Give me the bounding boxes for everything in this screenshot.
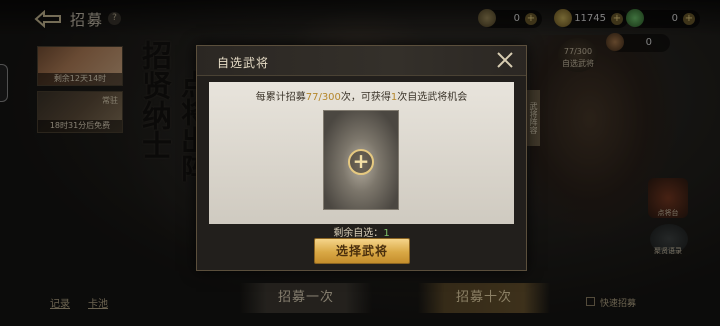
add-general-icon[interactable]: + bbox=[348, 149, 374, 175]
free-pick-dialog: 自选武将 每累计招募77/300次，可获得1次自选武将机会 + 剩余自选：1 选… bbox=[196, 45, 527, 271]
close-icon[interactable] bbox=[494, 49, 516, 71]
rule-prefix: 每累计招募 bbox=[255, 92, 306, 103]
rule-progress: 77/300 bbox=[305, 92, 341, 103]
remaining-picks: 剩余自选：1 bbox=[197, 224, 526, 239]
dialog-header: 自选武将 bbox=[197, 46, 526, 76]
rule-suffix: 次自选武将机会 bbox=[397, 92, 468, 103]
select-general-button[interactable]: 选择武将 bbox=[314, 238, 410, 264]
dialog-body: 每累计招募77/300次，可获得1次自选武将机会 + bbox=[209, 82, 514, 224]
general-slot[interactable]: + bbox=[323, 110, 399, 210]
dialog-title: 自选武将 bbox=[217, 56, 270, 70]
free-pick-rule-text: 每累计招募77/300次，可获得1次自选武将机会 bbox=[209, 88, 514, 103]
rule-mid: 次，可获得 bbox=[340, 92, 391, 103]
